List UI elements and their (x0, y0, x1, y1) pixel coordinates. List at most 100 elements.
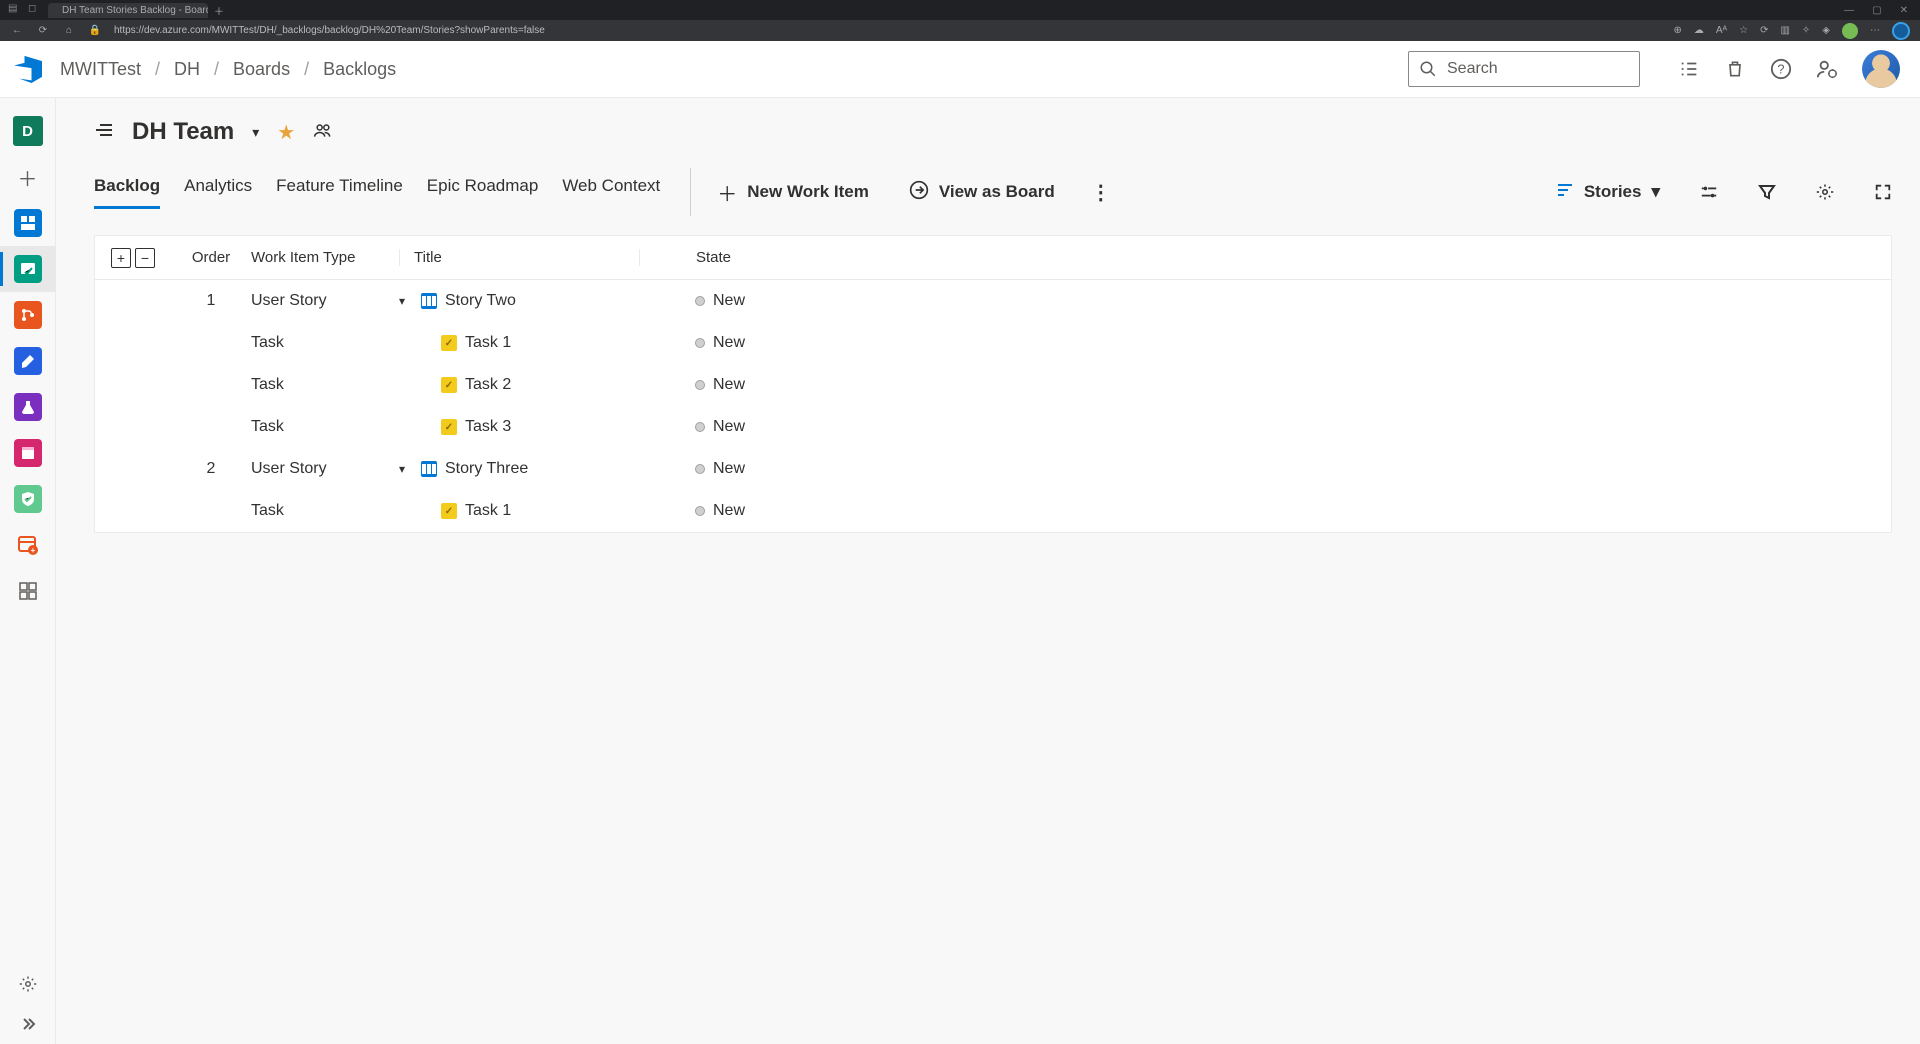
tab-feature-timeline[interactable]: Feature Timeline (276, 176, 403, 209)
window-controls: — ▢ ✕ (1844, 5, 1920, 16)
cell-title[interactable]: Task 3 (399, 418, 639, 436)
team-name[interactable]: DH Team (132, 118, 234, 146)
avatar[interactable] (1862, 50, 1900, 88)
view-as-board-button[interactable]: View as Board (909, 176, 1055, 209)
column-options-button[interactable] (1700, 183, 1718, 201)
cell-title[interactable]: ▾Story Three (399, 460, 639, 478)
tab-actions-icon[interactable]: ▤ (8, 3, 22, 17)
side-panel-icon[interactable] (94, 120, 114, 145)
user-settings-icon[interactable] (1816, 58, 1838, 80)
col-order[interactable]: Order (171, 249, 251, 266)
nav-overview[interactable] (0, 200, 56, 246)
cell-title[interactable]: Task 1 (399, 502, 639, 520)
new-work-item-button[interactable]: ＋ New Work Item (717, 174, 869, 211)
maximize-button[interactable]: ▢ (1872, 5, 1881, 16)
url-text[interactable]: https://dev.azure.com/MWITTest/DH/_backl… (114, 25, 1662, 36)
expand-all-button[interactable]: + (111, 248, 131, 268)
breadcrumb-sep: / (214, 59, 219, 80)
backlog-table: + − Order Work Item Type Title State 1Us… (94, 235, 1892, 533)
cell-order: 1 (171, 292, 251, 310)
cell-type: User Story (251, 292, 399, 310)
cell-title[interactable]: ▾Story Two (399, 292, 639, 310)
tab-group-icon[interactable]: ◻ (28, 3, 42, 17)
table-row[interactable]: TaskTask 3New (95, 406, 1891, 448)
chevron-down-icon[interactable]: ▾ (252, 124, 259, 141)
new-tab-button[interactable]: ＋ (214, 3, 224, 18)
table-row[interactable]: TaskTask 1New (95, 490, 1891, 532)
backlog-level-selector[interactable]: Stories ▾ (1556, 181, 1660, 204)
cell-type: Task (251, 376, 399, 394)
tab-backlog[interactable]: Backlog (94, 176, 160, 209)
close-window-button[interactable]: ✕ (1900, 5, 1908, 16)
browser-tab[interactable]: DH Team Stories Backlog - Board ✕ (48, 3, 208, 18)
cell-title[interactable]: Task 2 (399, 376, 639, 394)
nav-grid[interactable] (0, 568, 56, 614)
crumb-section[interactable]: Boards (233, 59, 290, 80)
back-button[interactable]: ← (10, 25, 24, 36)
nav-testplans[interactable] (0, 384, 56, 430)
cell-state: New (639, 292, 745, 310)
filter-button[interactable] (1758, 183, 1776, 201)
col-title[interactable]: Title (399, 249, 639, 266)
nav-compliance[interactable] (0, 476, 56, 522)
project-badge[interactable]: D (0, 108, 56, 154)
table-row[interactable]: TaskTask 2New (95, 364, 1891, 406)
tab-analytics[interactable]: Analytics (184, 176, 252, 209)
zoom-icon[interactable]: ⊕ (1674, 25, 1682, 36)
text-icon[interactable]: Aᴬ (1716, 25, 1727, 36)
col-state[interactable]: State (639, 249, 799, 266)
crumb-org[interactable]: MWITTest (60, 59, 141, 80)
pivot-tabs: Backlog Analytics Feature Timeline Epic … (94, 176, 660, 209)
table-row[interactable]: 1User Story▾Story TwoNew (95, 280, 1891, 322)
col-type[interactable]: Work Item Type (251, 249, 399, 266)
reading-icon[interactable]: ☁ (1694, 25, 1704, 36)
table-row[interactable]: 2User Story▾Story ThreeNew (95, 448, 1891, 490)
nav-delivery[interactable]: + (0, 522, 56, 568)
home-button[interactable]: ⌂ (62, 25, 76, 36)
settings-button[interactable] (1816, 183, 1834, 201)
chevron-down-icon: ▾ (1651, 182, 1660, 202)
sync-icon[interactable]: ⟳ (1760, 25, 1768, 36)
help-icon[interactable]: ? (1770, 58, 1792, 80)
bing-icon[interactable] (1892, 22, 1910, 40)
marketplace-icon[interactable] (1724, 58, 1746, 80)
expand-chevron-icon[interactable]: ▾ (399, 462, 413, 476)
collapse-all-button[interactable]: − (135, 248, 155, 268)
tab-epic-roadmap[interactable]: Epic Roadmap (427, 176, 539, 209)
nav-repos[interactable] (0, 292, 56, 338)
profile-icon[interactable] (1842, 23, 1858, 39)
minimize-button[interactable]: — (1844, 5, 1854, 16)
refresh-button[interactable]: ⟳ (36, 25, 50, 36)
search-input[interactable]: Search (1408, 51, 1640, 87)
team-people-icon[interactable] (313, 120, 333, 145)
work-items-icon[interactable] (1678, 58, 1700, 80)
cell-order: 2 (171, 460, 251, 478)
team-selector-row: DH Team ▾ ★ (94, 118, 1892, 146)
cell-state: New (639, 418, 745, 436)
nav-boards[interactable] (0, 246, 56, 292)
nav-new[interactable]: ＋ (0, 154, 56, 200)
crumb-page[interactable]: Backlogs (323, 59, 396, 80)
nav-expand[interactable] (20, 1004, 36, 1044)
nav-pipelines[interactable] (0, 338, 56, 384)
crumb-project[interactable]: DH (174, 59, 200, 80)
azure-devops-logo[interactable] (12, 53, 44, 85)
more-actions-button[interactable]: ⋮ (1083, 180, 1120, 205)
state-label: New (713, 418, 745, 436)
favorite-star-icon[interactable]: ★ (277, 120, 295, 145)
collections-icon[interactable]: ✧ (1802, 25, 1810, 36)
split-icon[interactable]: ▥ (1780, 25, 1789, 36)
cell-title[interactable]: Task 1 (399, 334, 639, 352)
nav-artifacts[interactable] (0, 430, 56, 476)
expand-chevron-icon[interactable]: ▾ (399, 294, 413, 308)
level-icon (1556, 181, 1574, 204)
svg-text:+: + (30, 546, 35, 555)
nav-settings[interactable] (19, 964, 37, 1004)
task-icon (441, 503, 457, 519)
fullscreen-button[interactable] (1874, 183, 1892, 201)
more-icon[interactable]: ⋯ (1870, 25, 1880, 36)
favorite-icon[interactable]: ☆ (1739, 25, 1748, 36)
table-row[interactable]: TaskTask 1New (95, 322, 1891, 364)
ext-icon[interactable]: ◈ (1822, 25, 1830, 36)
tab-web-context[interactable]: Web Context (562, 176, 660, 209)
